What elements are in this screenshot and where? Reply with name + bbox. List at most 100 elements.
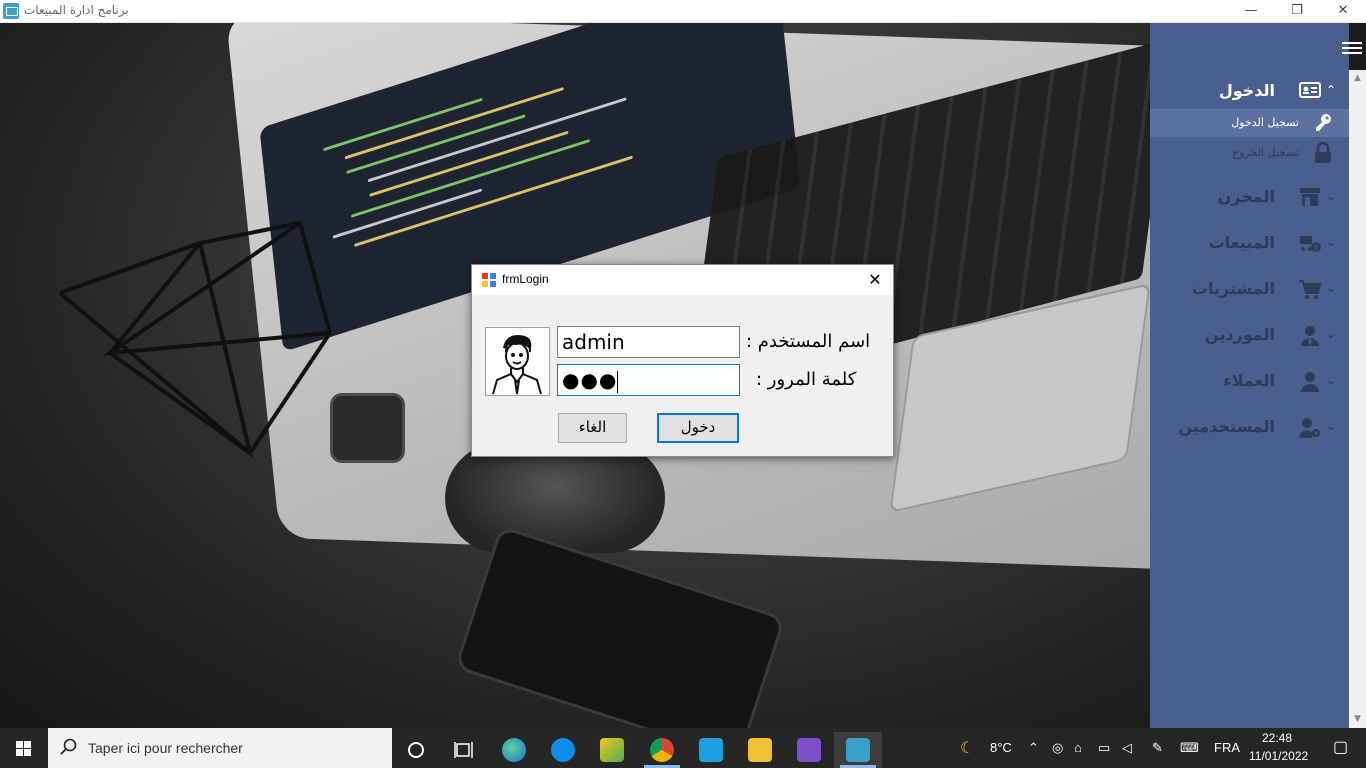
lock-icon [1312,141,1334,164]
app-yellow-icon [600,738,624,762]
sidebar-subitem-label: تسجيل الدخول [1231,116,1299,129]
user-icon [1298,371,1322,393]
scroll-up-icon[interactable]: ▲ [1349,70,1366,87]
username-input[interactable]: admin [557,326,740,358]
taskbar-app-yellow[interactable] [588,732,636,768]
dialog-close-button[interactable]: ✕ [864,269,886,291]
password-label: كلمة المرور : [756,369,857,390]
chevron-up-icon: ⌃ [1326,83,1337,97]
login-button[interactable]: دخول [657,413,739,443]
sidebar-item-label: المشتريات [1191,279,1275,298]
taskbar-app-visual-studio[interactable] [785,732,833,768]
edge-icon [502,738,526,762]
task-view-button[interactable] [440,732,488,768]
login-dialog: frmLogin ✕ اسم المستخدم : كلمة المرور : … [471,264,894,457]
app-arrow-icon [699,738,723,762]
sales-app-icon [846,738,870,762]
store-icon [1298,187,1322,209]
search-placeholder: Taper ici pour rechercher [88,740,243,756]
window-title: برنامج ادارة المبيعات [24,3,129,17]
sidebar-subitem-sign-out[interactable]: تسجيل الخروج [1150,139,1349,167]
window-titlebar: برنامج ادارة المبيعات — ❐ ✕ [0,0,1366,23]
clock-date[interactable]: 11/01/2022 [1249,749,1308,763]
maximize-button[interactable]: ❐ [1274,0,1320,23]
phone-decor [454,525,786,728]
cancel-button[interactable]: الغاء [558,413,627,443]
teamviewer-icon [551,738,575,762]
network-icon[interactable]: ▭ [1098,740,1110,756]
start-button[interactable] [0,728,48,768]
taskbar-app-sales[interactable] [834,732,882,768]
task-view-icon [454,742,473,758]
cart-dollar-icon: $ [1298,233,1322,255]
username-label: اسم المستخدم : [746,331,871,352]
taskbar-app-edge[interactable] [490,732,538,768]
sidebar-item-label: الموردين [1204,325,1275,344]
chevron-up-icon[interactable]: ⌃ [1028,740,1039,756]
password-input[interactable]: ●●● [557,364,740,396]
svg-text:$: $ [1313,243,1318,252]
password-mask: ●●● [562,368,618,392]
cortana-icon [408,742,424,758]
volume-icon[interactable]: ◁ [1122,740,1132,756]
usb-icon[interactable]: ⌂ [1074,740,1082,755]
cart-icon [1298,279,1322,301]
sidebar-item-label: المخزن [1217,187,1275,206]
dialog-title: frmLogin [502,272,549,286]
form-icon [482,273,496,287]
sidebar-item-label: المبيعات [1208,233,1275,252]
taskbar-app-arrow[interactable] [687,732,735,768]
chevron-down-icon: ⌄ [1326,419,1337,433]
keyboard-icon[interactable]: ⌨ [1180,740,1199,756]
chevron-down-icon: ⌄ [1326,373,1337,387]
sidebar-item-login[interactable]: الدخول ⌃ [1150,77,1349,107]
cortana-button[interactable] [392,732,440,768]
temperature[interactable]: 8°C [990,740,1012,755]
sidebar-subitem-label: تسجيل الخروج [1231,146,1299,159]
visual-studio-icon [797,738,821,762]
chrome-icon [650,738,674,762]
minimize-button[interactable]: — [1228,0,1274,23]
sidebar-item-label: الدخول [1218,81,1275,100]
taskbar-app-teamviewer[interactable] [539,732,587,768]
scroll-down-icon[interactable]: ▼ [1349,711,1366,728]
id-card-icon [1298,81,1322,103]
language-indicator[interactable]: FRA [1214,740,1240,755]
sidebar-item-store[interactable]: المخزن ⌄ [1150,183,1349,213]
camera-icon[interactable]: ◎ [1052,740,1063,756]
sidebar-item-suppliers[interactable]: الموردين ⌄ [1150,321,1349,351]
mouse-decor [445,443,665,553]
chevron-down-icon: ⌄ [1326,327,1337,341]
sidebar-item-sales[interactable]: المبيعات $ ⌄ [1150,229,1349,259]
vertical-scrollbar[interactable]: ▲ ▼ [1349,70,1366,728]
sidebar-item-purchases[interactable]: المشتريات ⌄ [1150,275,1349,305]
chevron-down-icon: ⌄ [1326,235,1337,249]
sidebar: الدخول ⌃ تسجيل الدخول تسجيل الخروج المخز… [1150,23,1362,728]
notifications-icon[interactable]: ▢ [1333,737,1348,757]
weather-moon-icon[interactable]: ☾ [960,738,974,758]
menu-icon[interactable] [1342,42,1362,54]
taskbar-app-chrome[interactable] [638,732,686,768]
sidebar-subitem-sign-in[interactable]: تسجيل الدخول [1150,109,1349,137]
clock-time[interactable]: 22:48 [1262,731,1292,745]
text-caret [617,370,619,393]
app-icon [3,3,19,19]
user-cog-icon [1298,417,1322,439]
sidebar-item-users[interactable]: المستخدمين ⌄ [1150,413,1349,443]
dialog-titlebar: frmLogin ✕ [472,265,893,295]
sidebar-item-label: المستخدمين [1178,417,1275,436]
pen-icon[interactable]: ✎ [1152,740,1163,756]
user-tie-icon [1298,325,1322,347]
search-icon [60,738,77,755]
folder-icon [748,738,772,762]
user-avatar-icon [485,327,550,396]
taskbar-search-box[interactable]: Taper ici pour rechercher [48,728,392,768]
taskbar-app-file-explorer[interactable] [736,732,784,768]
sidebar-item-label: العملاء [1223,371,1275,390]
chevron-down-icon: ⌄ [1326,281,1337,295]
key-icon [1312,112,1334,134]
chevron-down-icon: ⌄ [1326,189,1337,203]
sidebar-item-customers[interactable]: العملاء ⌄ [1150,367,1349,397]
wire-sculpture-decor [58,220,333,458]
close-window-button[interactable]: ✕ [1320,0,1366,23]
